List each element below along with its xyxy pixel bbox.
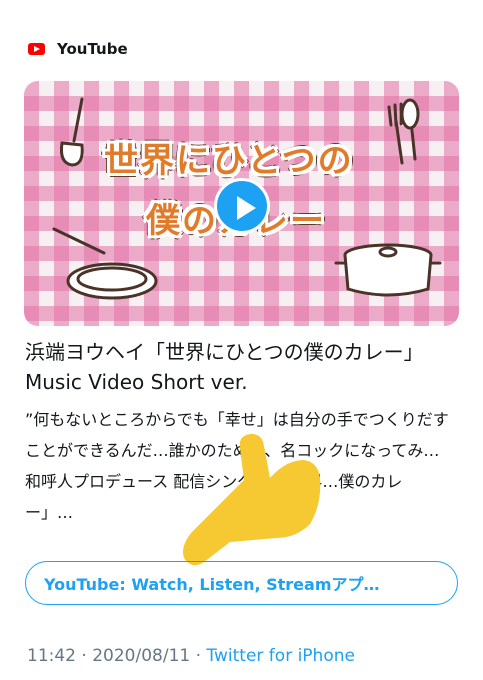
play-button[interactable] xyxy=(214,178,270,234)
tweet-time: 11:42 xyxy=(27,646,76,666)
cta-label: YouTube: Watch, Listen, Streamアプ… xyxy=(44,575,380,594)
tweet-meta: 11:42 · 2020/08/11 · Twitter for iPhone xyxy=(27,646,355,666)
tweet-client-link[interactable]: Twitter for iPhone xyxy=(206,646,355,666)
pot-icon xyxy=(334,243,442,297)
meta-separator-2: · xyxy=(195,646,202,666)
source-name: YouTube xyxy=(57,40,128,58)
thumbnail-title-line-1: 世界にひとつの xyxy=(104,141,354,181)
meta-separator: · xyxy=(81,646,87,666)
cutlery-icon xyxy=(387,98,420,165)
source-row: YouTube xyxy=(28,36,128,62)
watch-listen-stream-button[interactable]: YouTube: Watch, Listen, Streamアプ… xyxy=(25,561,458,605)
frying-pan-icon xyxy=(52,227,158,300)
video-thumbnail[interactable]: 世界にひとつの 僕のカレー xyxy=(24,81,459,326)
ladle-icon xyxy=(60,97,84,167)
tweet-date: 2020/08/11 xyxy=(92,646,191,666)
video-description: ”何もないところからでも「幸せ」は自分の手でつくりだすことができるんだ…誰かのた… xyxy=(25,410,449,522)
video-title[interactable]: 浜端ヨウヘイ「世界にひとつの僕のカレー」Music Video Short ve… xyxy=(25,337,465,397)
youtube-icon xyxy=(28,43,45,55)
